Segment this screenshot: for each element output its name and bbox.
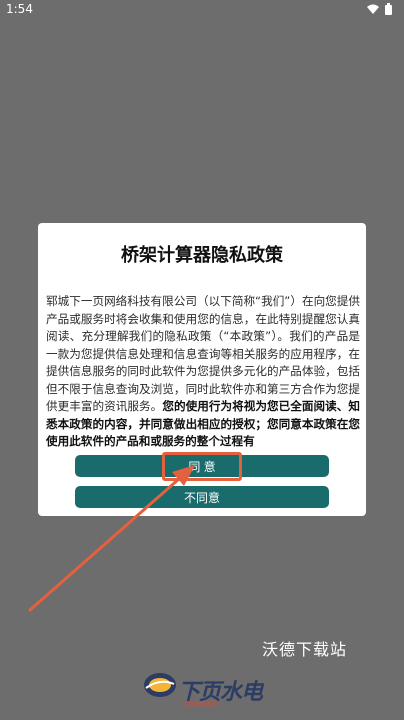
highlight-box: [162, 452, 242, 481]
dialog-title: 桥架计算器隐私政策: [121, 245, 283, 266]
wifi-icon: [367, 4, 379, 14]
status-icons: [367, 3, 392, 15]
policy-text: 郓城下一页网络科技有限公司（以下简称“我们”）在向您提供产品或服务时将会收集和使…: [46, 294, 360, 413]
watermark-text: 沃德下载站: [262, 640, 348, 659]
battery-icon: [385, 3, 392, 15]
disagree-button[interactable]: 不同意: [75, 486, 329, 508]
status-bar: 1:54: [0, 0, 404, 18]
status-time: 1:54: [6, 2, 33, 16]
logo-mark-icon: [144, 673, 176, 697]
logo-subtitle: 让水电更简单: [182, 701, 219, 708]
dialog-body[interactable]: 郓城下一页网络科技有限公司（以下简称“我们”）在向您提供产品或服务时将会收集和使…: [46, 293, 360, 471]
logo: 下页水电 让水电更简单: [142, 670, 264, 710]
